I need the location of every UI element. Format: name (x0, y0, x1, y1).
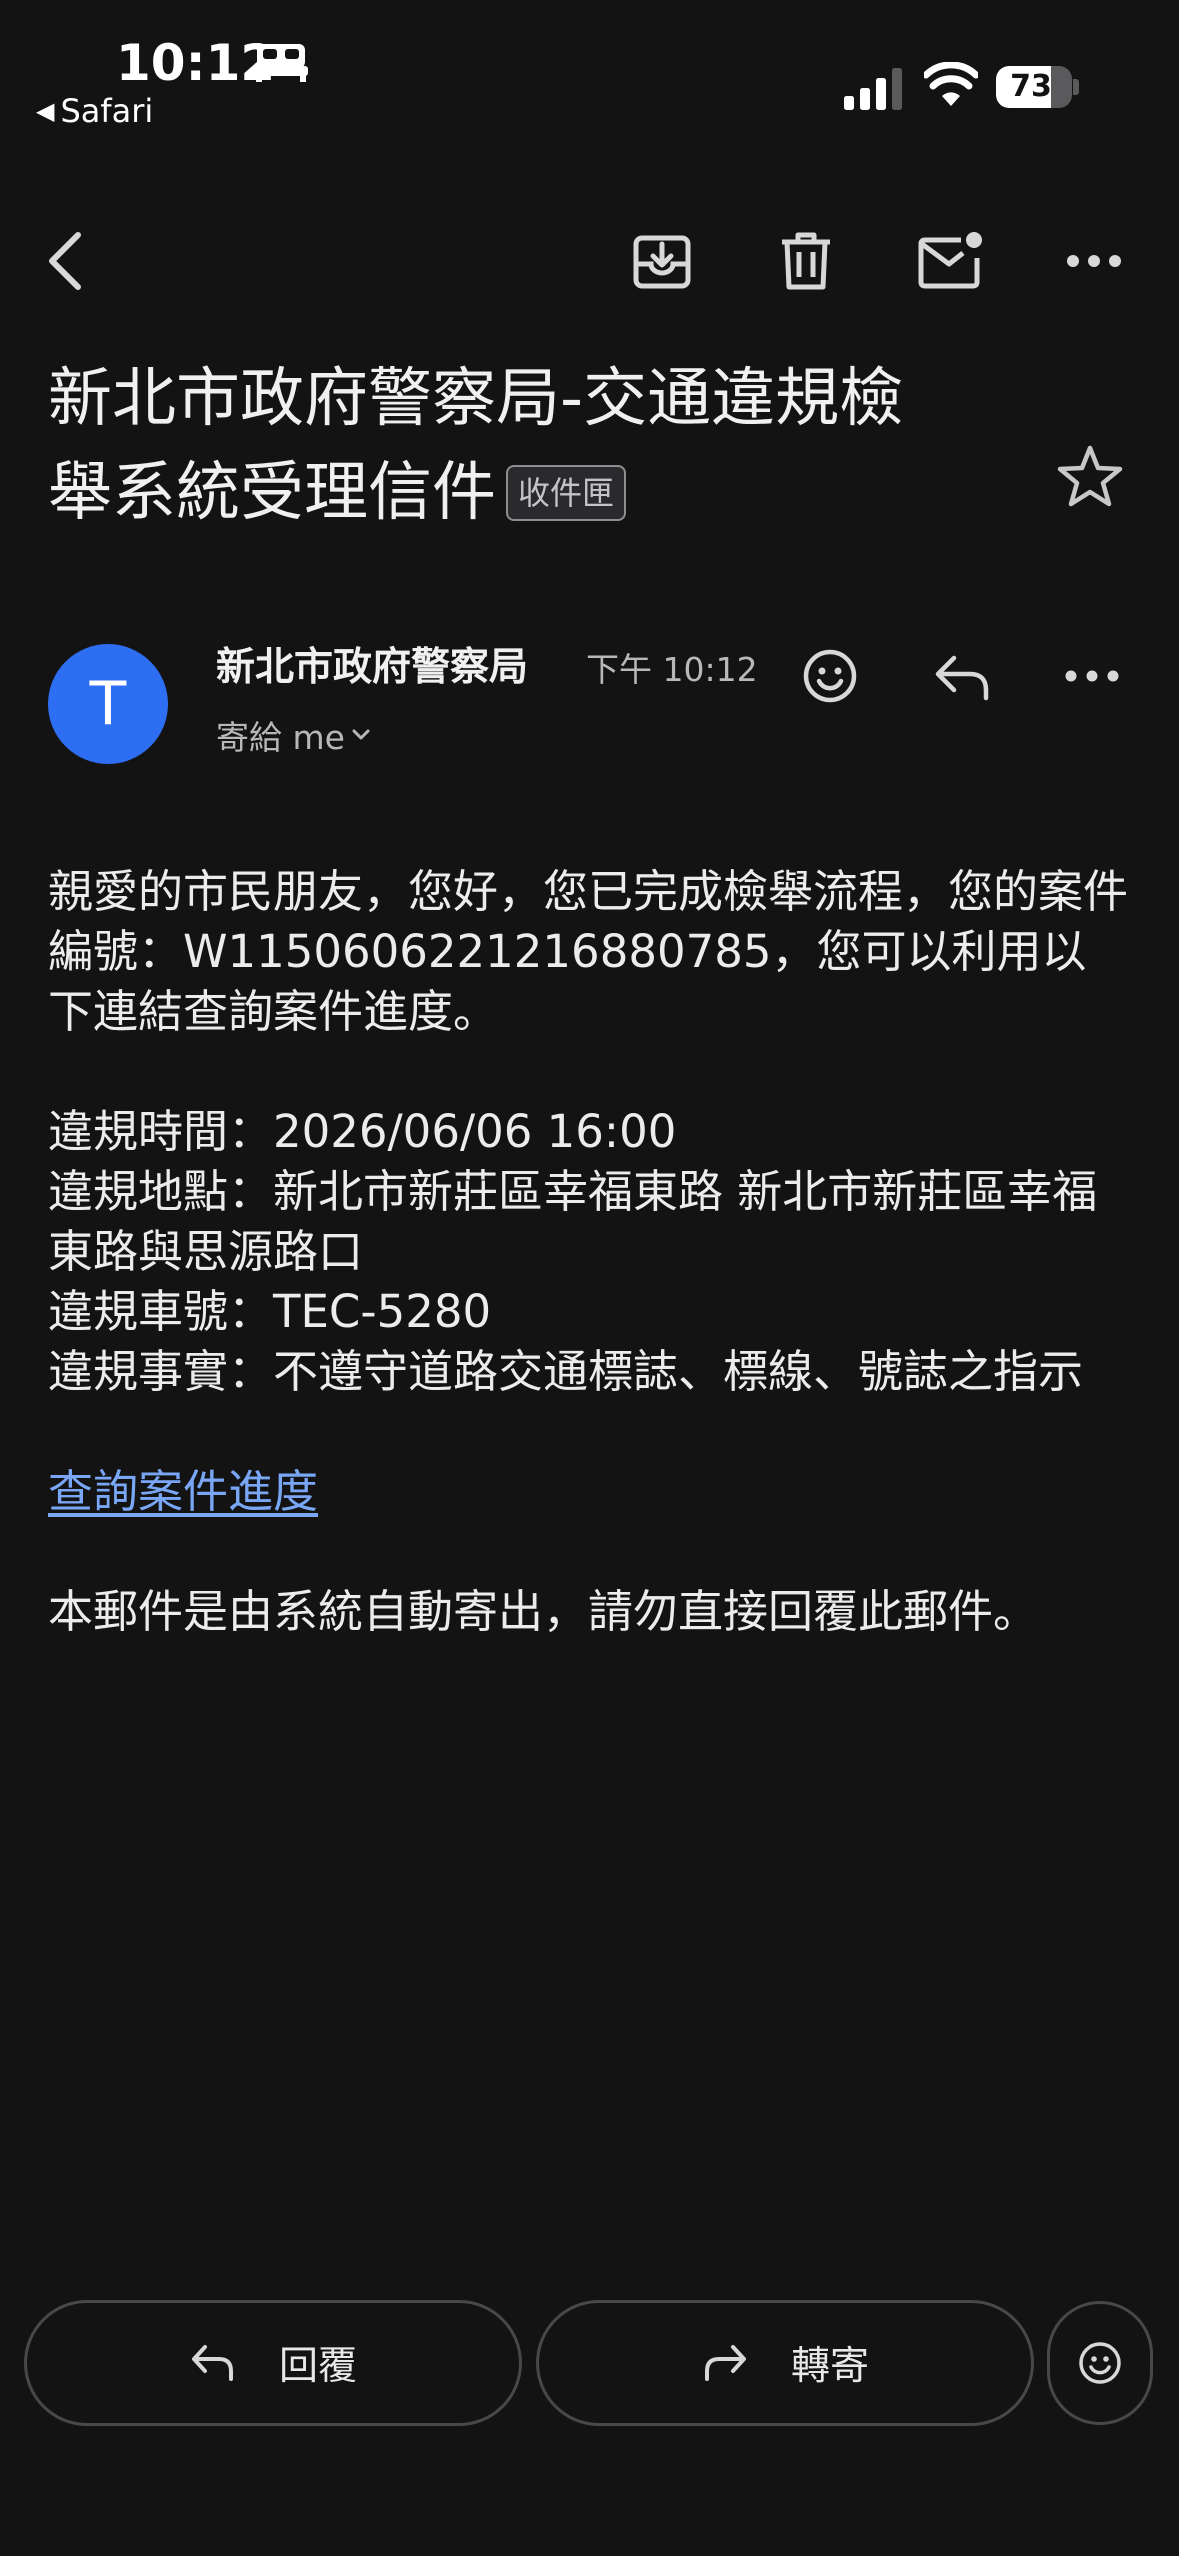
email-time: 下午 10:12 (586, 650, 758, 689)
wifi-icon (924, 62, 978, 106)
reply-icon (935, 655, 989, 701)
more-horizontal-icon (1065, 670, 1119, 682)
sender-avatar[interactable]: T (48, 644, 168, 764)
back-to-app[interactable]: ◀ Safari (36, 90, 153, 132)
battery-indicator: 73 (996, 66, 1072, 108)
reply-button-label: 回覆 (278, 2344, 357, 2389)
email-body: 親愛的市民朋友，您好，您已完成檢舉流程，您的案件編號：W115060622121… (48, 862, 1128, 1642)
message-more-button[interactable] (1064, 664, 1120, 688)
react-emoji-button[interactable] (1047, 2301, 1153, 2425)
mark-unread-icon (918, 232, 982, 289)
sleep-focus-icon (254, 44, 308, 82)
star-button[interactable] (1054, 440, 1126, 512)
reply-icon-button[interactable] (930, 644, 994, 708)
star-icon (1057, 445, 1123, 507)
forward-button[interactable]: 轉寄 (536, 2300, 1034, 2426)
forward-icon (704, 2345, 746, 2381)
subject-line-1: 新北市政府警察局-交通違規檢 (48, 362, 904, 436)
battery-percent: 73 (1010, 69, 1052, 104)
emoji-icon (1079, 2342, 1121, 2384)
inbox-label-chip[interactable]: 收件匣 (506, 465, 627, 521)
chevron-left-icon (49, 232, 81, 290)
back-button[interactable] (30, 225, 102, 297)
mark-unread-button[interactable] (914, 225, 986, 297)
status-time: 10:12 (116, 34, 276, 92)
subject-line-2: 舉系統受理信件 (48, 456, 496, 530)
sender-name[interactable]: 新北市政府警察局 (216, 640, 528, 696)
delete-button[interactable] (770, 225, 842, 297)
archive-icon (633, 235, 691, 289)
body-footer: 本郵件是由系統自動寄出，請勿直接回覆此郵件。 (48, 1585, 1039, 1638)
cellular-signal-icon (844, 68, 902, 110)
violation-fact: 違規事實：不遵守道路交通標誌、標線、號誌之指示 (48, 1345, 1084, 1398)
forward-button-label: 轉寄 (790, 2344, 869, 2389)
reply-button[interactable]: 回覆 (24, 2300, 522, 2426)
violation-time: 違規時間：2026/06/06 16:00 (48, 1105, 677, 1158)
emoji-icon (803, 649, 857, 703)
back-triangle-icon: ◀ (36, 97, 55, 125)
archive-button[interactable] (626, 225, 698, 297)
email-subject: 新北市政府警察局-交通違規檢 舉系統受理信件 收件匣 (48, 352, 968, 540)
violation-location: 違規地點：新北市新莊區幸福東路 新北市新莊區幸福東路與思源路口 (48, 1165, 1098, 1278)
more-horizontal-icon (1067, 255, 1121, 267)
recipient-details-toggle[interactable]: 寄給 me (216, 712, 371, 764)
more-options-button[interactable] (1058, 225, 1130, 297)
chevron-down-icon (352, 729, 370, 740)
add-reaction-button[interactable] (798, 644, 862, 708)
case-progress-link[interactable]: 查詢案件進度 (48, 1465, 318, 1518)
reply-icon (191, 2345, 233, 2381)
battery-nub (1073, 79, 1079, 95)
body-intro: 親愛的市民朋友，您好，您已完成檢舉流程，您的案件編號：W115060622121… (48, 865, 1129, 1038)
trash-icon (782, 232, 830, 290)
violation-plate: 違規車號：TEC-5280 (48, 1285, 492, 1338)
